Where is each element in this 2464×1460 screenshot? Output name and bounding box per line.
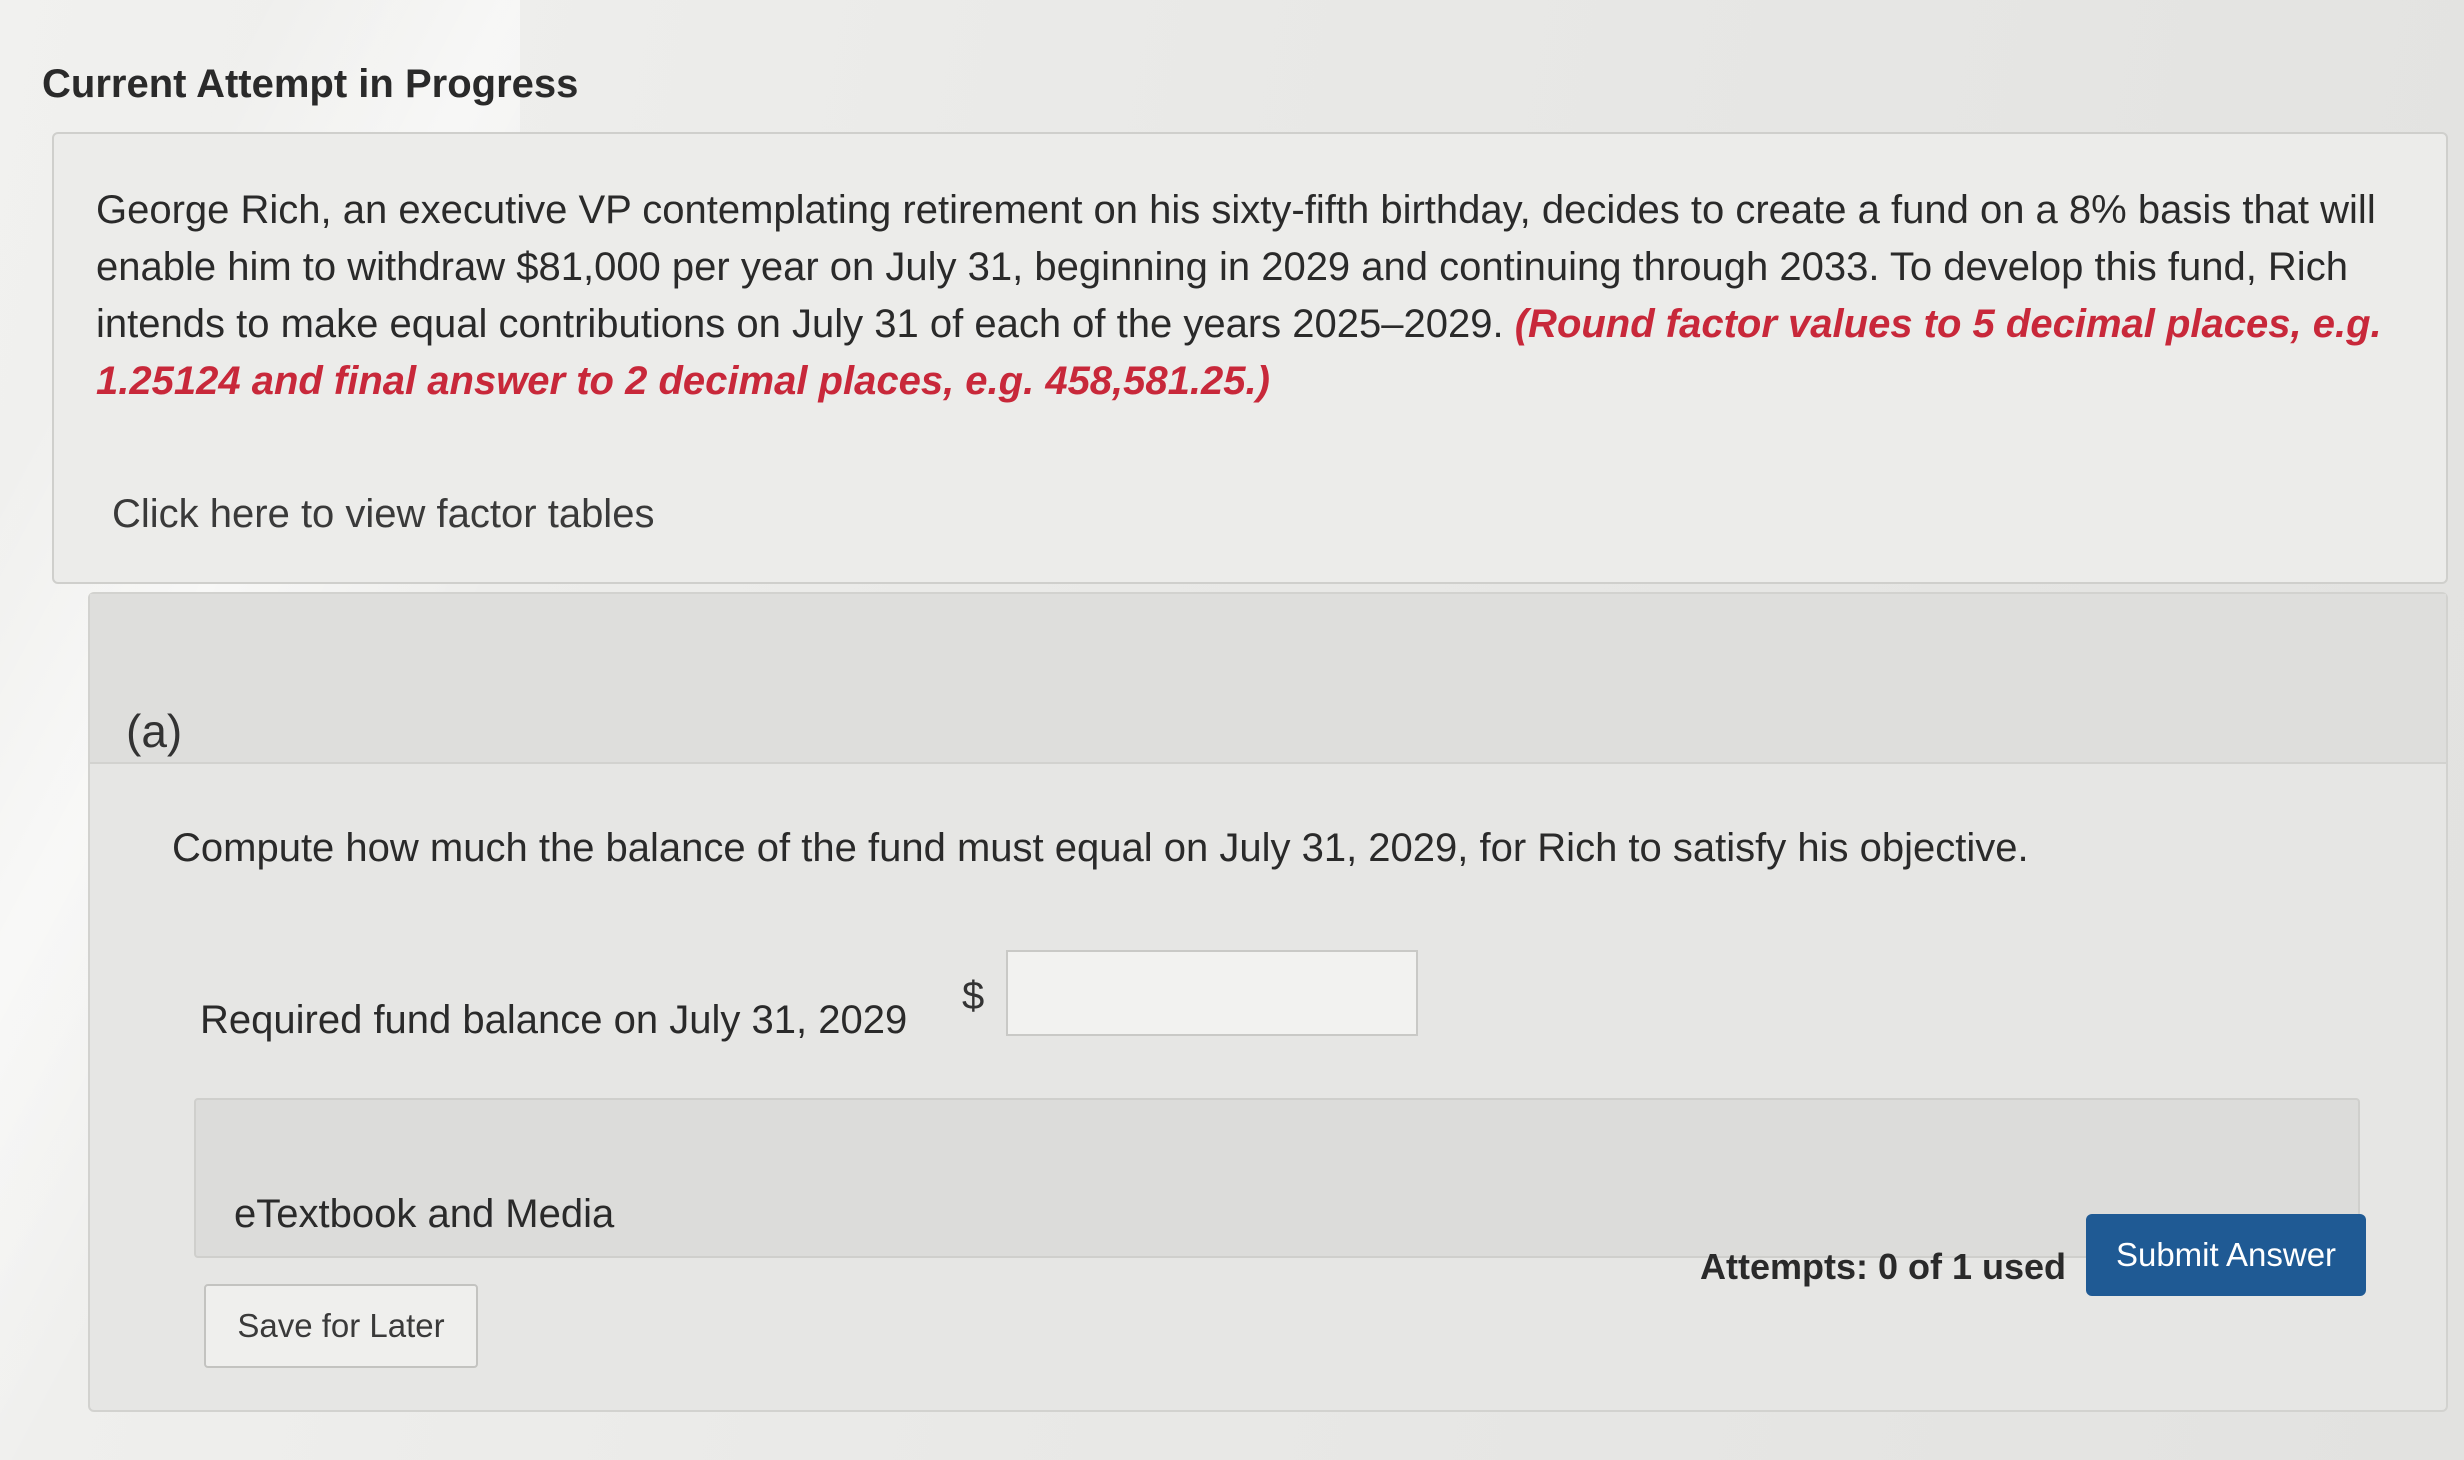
factor-tables-link[interactable]: Click here to view factor tables [112,492,654,537]
question-text: George Rich, an executive VP contemplati… [96,182,2406,410]
part-label: (a) [126,705,183,757]
page-title: Current Attempt in Progress [42,62,579,106]
currency-symbol: $ [962,974,985,1018]
attempts-counter: Attempts: 0 of 1 used [1700,1246,2067,1287]
submit-answer-button[interactable]: Submit Answer [2086,1214,2366,1296]
part-header: (a) [90,594,2446,764]
page: Current Attempt in Progress George Rich,… [0,0,2464,1460]
etextbook-media-panel[interactable]: eTextbook and Media [194,1098,2360,1258]
save-for-later-button[interactable]: Save for Later [204,1284,478,1368]
etextbook-label: eTextbook and Media [234,1192,615,1236]
fund-balance-input[interactable] [1006,950,1418,1036]
fund-balance-label: Required fund balance on July 31, 2029 [200,998,908,1042]
part-a-card: (a) Compute how much the balance of the … [88,592,2448,1412]
question-card: George Rich, an executive VP contemplati… [52,132,2448,584]
part-prompt: Compute how much the balance of the fund… [172,826,2029,870]
